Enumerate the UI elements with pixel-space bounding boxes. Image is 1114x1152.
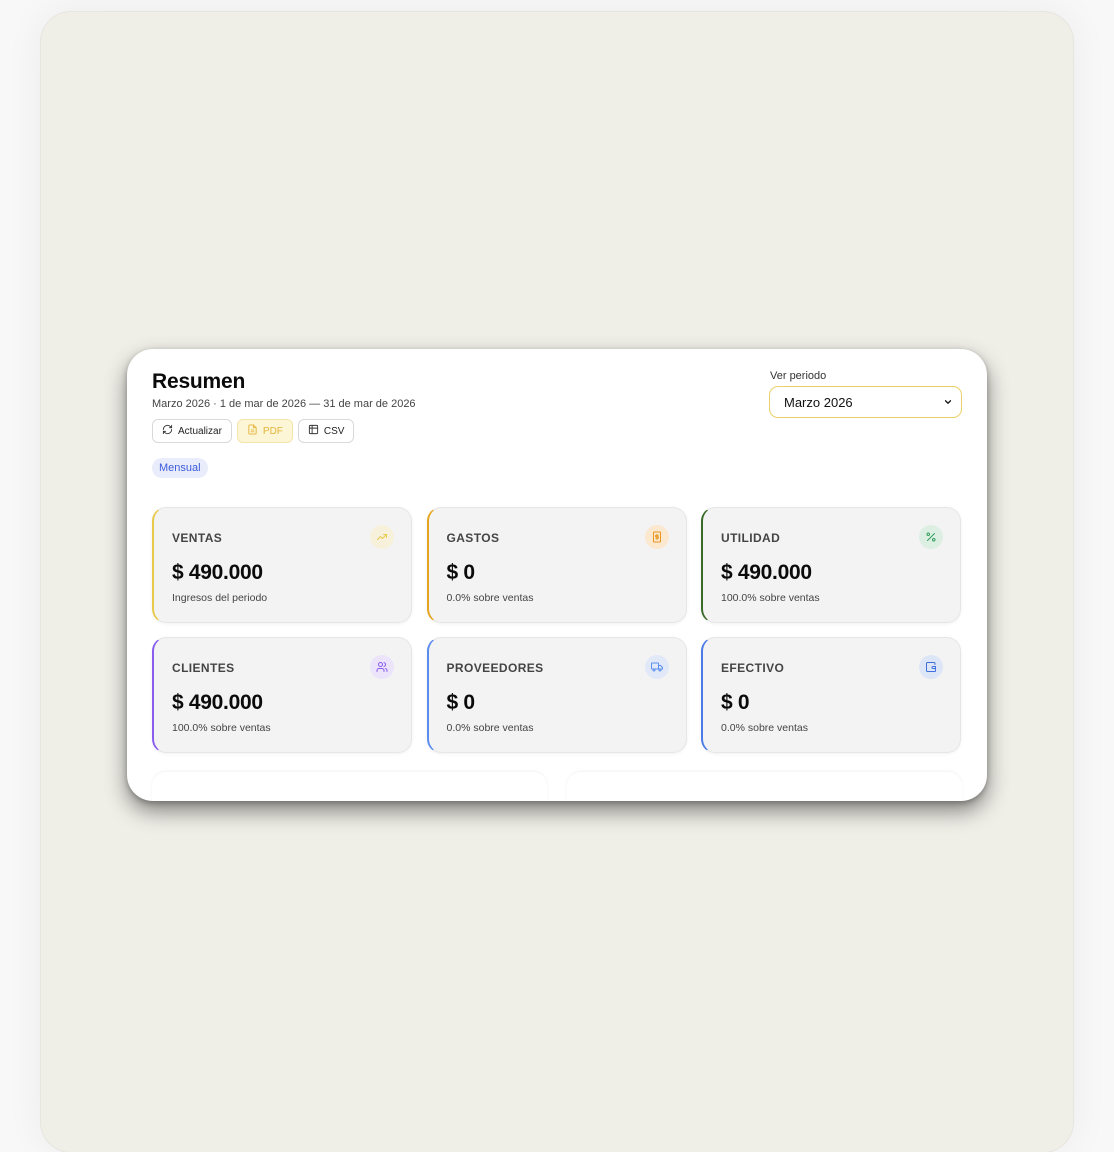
csv-button[interactable]: CSV — [297, 419, 355, 443]
refresh-label: Actualizar — [178, 425, 222, 437]
action-toolbar: Actualizar PDF CSV — [152, 419, 355, 443]
period-select-value: Marzo 2026 — [784, 394, 853, 410]
kpi-note: 0.0% sobre ventas — [721, 722, 808, 734]
lower-card-right — [567, 772, 962, 801]
kpi-value: $ 490.000 — [172, 561, 263, 584]
lower-card-left — [152, 772, 547, 801]
kpi-value: $ 490.000 — [721, 561, 812, 584]
kpi-card-proveedores: PROVEEDORES $ 0 0.0% sobre ventas — [426, 637, 687, 753]
kpi-note: 0.0% sobre ventas — [446, 592, 534, 604]
period-select[interactable]: Marzo 2026 — [769, 386, 962, 418]
page-title: Resumen — [152, 370, 246, 393]
kpi-card-efectivo: EFECTIVO $ 0 0.0% sobre ventas — [701, 637, 961, 753]
kpi-note: 100.0% sobre ventas — [721, 592, 820, 604]
kpi-value: $ 0 — [446, 561, 476, 584]
kpi-card-ventas: VENTAS $ 490.000 Ingresos del periodo — [152, 507, 412, 623]
receipt-icon — [644, 525, 669, 549]
kpi-note: Ingresos del periodo — [172, 592, 268, 604]
kpi-label: GASTOS — [446, 531, 500, 545]
kpi-label: EFECTIVO — [721, 661, 785, 675]
percent-icon — [919, 525, 943, 549]
kpi-value: $ 490.000 — [172, 691, 263, 714]
kpi-label: UTILIDAD — [721, 531, 781, 545]
trending-up-icon — [370, 525, 394, 549]
kpi-value: $ 0 — [721, 691, 750, 714]
wallet-icon — [919, 655, 943, 679]
chevron-down-icon — [943, 395, 953, 410]
file-icon — [247, 424, 258, 438]
kpi-note: 0.0% sobre ventas — [446, 722, 534, 734]
refresh-icon — [162, 424, 173, 438]
users-icon — [370, 655, 394, 679]
period-type-badge: Mensual — [152, 458, 208, 478]
kpi-card-clientes: CLIENTES $ 490.000 100.0% sobre ventas — [152, 637, 412, 753]
period-subtitle: Marzo 2026 · 1 de mar de 2026 — 31 de ma… — [152, 398, 416, 410]
csv-label: CSV — [323, 425, 345, 437]
kpi-label: CLIENTES — [172, 661, 235, 675]
summary-panel: Resumen Marzo 2026 · 1 de mar de 2026 — … — [127, 349, 987, 801]
kpi-card-gastos: GASTOS $ 0 0.0% sobre ventas — [426, 507, 687, 623]
table-icon — [308, 424, 319, 438]
period-select-label: Ver periodo — [770, 370, 827, 382]
kpi-note: 100.0% sobre ventas — [172, 722, 271, 734]
pdf-button[interactable]: PDF — [236, 419, 293, 443]
kpi-grid: VENTAS $ 490.000 Ingresos del periodo GA… — [152, 507, 961, 753]
kpi-label: VENTAS — [172, 531, 223, 545]
refresh-button[interactable]: Actualizar — [152, 419, 232, 443]
pdf-label: PDF — [262, 425, 283, 437]
kpi-label: PROVEEDORES — [446, 661, 544, 675]
kpi-value: $ 0 — [446, 691, 476, 714]
truck-icon — [644, 655, 669, 679]
kpi-card-utilidad: UTILIDAD $ 490.000 100.0% sobre ventas — [701, 507, 961, 623]
